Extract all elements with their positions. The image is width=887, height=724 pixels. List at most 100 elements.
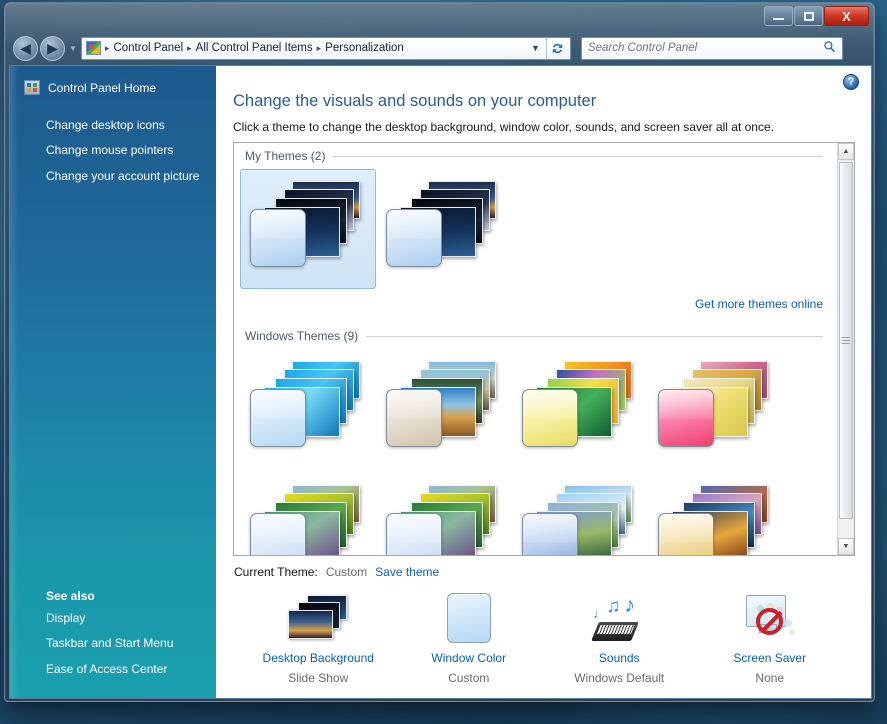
see-also-section: See also Display Taskbar and Start Menu … <box>10 589 216 682</box>
title-bar: X <box>5 3 874 31</box>
sidebar-item-change-account-picture[interactable]: Change your account picture <box>10 164 216 189</box>
option-label[interactable]: Window Color <box>394 651 544 665</box>
window-preview-icon <box>249 513 306 555</box>
option-label[interactable]: Desktop Background <box>243 651 393 665</box>
option-label[interactable]: Screen Saver <box>695 651 845 665</box>
theme-thumbnail <box>654 479 779 555</box>
theme-tile[interactable] <box>512 473 648 555</box>
back-button[interactable]: ◀ <box>13 35 38 61</box>
theme-row <box>234 345 837 469</box>
navigation-bar: ◀ ▶ ▼ ▸ Control Panel ▸ All Control Pane… <box>5 31 874 65</box>
theme-group-label: My Themes (2) <box>245 149 326 163</box>
scrollbar-grip-icon <box>842 337 850 344</box>
get-more-themes-link[interactable]: Get more themes online <box>695 297 823 311</box>
theme-tile[interactable] <box>376 169 512 289</box>
themes-pane: My Themes (2) Get more themes online Windo… <box>233 142 855 556</box>
current-theme-row: Current Theme: Custom Save theme <box>234 565 855 579</box>
save-theme-link[interactable]: Save theme <box>375 565 439 579</box>
sidebar-home-label: Control Panel Home <box>48 80 157 95</box>
option-sounds[interactable]: ♩ ♫ ♪ Sounds Windows Default <box>544 589 694 686</box>
page-subtitle: Click a theme to change the desktop back… <box>233 120 774 134</box>
scroll-up-button[interactable]: ▲ <box>838 143 854 160</box>
option-value: Custom <box>448 671 490 685</box>
scrollbar-thumb[interactable] <box>839 162 853 519</box>
themes-scrollbar[interactable]: ▲ ▼ <box>837 143 854 555</box>
group-divider <box>366 335 823 337</box>
window-preview-icon <box>657 389 714 447</box>
theme-thumbnail <box>654 355 779 463</box>
sidebar-item-ease-of-access-center[interactable]: Ease of Access Center <box>10 657 216 682</box>
search-input[interactable] <box>587 42 803 54</box>
option-label[interactable]: Sounds <box>544 651 694 665</box>
control-panel-home-icon <box>24 80 40 95</box>
current-theme-label: Current Theme: <box>234 565 318 579</box>
personalization-window: X ◀ ▶ ▼ ▸ Control Panel ▸ All Control Pa… <box>4 2 875 702</box>
theme-tile[interactable] <box>376 473 512 555</box>
window-preview-icon <box>385 209 442 267</box>
sidebar: Control Panel Home Change desktop icons … <box>10 66 216 698</box>
breadcrumb-all-control-panel-items[interactable]: All Control Panel Items <box>193 42 316 54</box>
sidebar-item-display[interactable]: Display <box>10 606 216 631</box>
maximize-button[interactable] <box>794 6 823 26</box>
theme-thumbnail <box>246 355 371 463</box>
main-content: ? Change the visuals and sounds on your … <box>216 66 871 698</box>
window-preview-icon <box>385 389 442 447</box>
minimize-button[interactable] <box>764 6 793 26</box>
option-window-color[interactable]: Window Color Custom <box>394 589 544 685</box>
theme-thumbnail <box>246 175 371 283</box>
breadcrumb-control-panel[interactable]: Control Panel <box>110 42 186 54</box>
personalization-options: Desktop Background Slide Show Window Col… <box>233 583 855 685</box>
close-button[interactable]: X <box>824 6 869 26</box>
see-also-title: See also <box>46 588 95 603</box>
sidebar-item-control-panel-home[interactable]: Control Panel Home <box>10 80 216 95</box>
chevron-down-icon[interactable]: ▼ <box>525 43 546 53</box>
themes-scrollport: My Themes (2) Get more themes online Windo… <box>234 143 837 555</box>
window-preview-icon <box>657 513 714 555</box>
sidebar-item-change-desktop-icons[interactable]: Change desktop icons <box>10 113 216 138</box>
theme-thumbnail <box>382 479 507 555</box>
window-preview-icon <box>249 209 306 267</box>
window-preview-icon <box>385 513 442 555</box>
sidebar-item-taskbar-and-start-menu[interactable]: Taskbar and Start Menu <box>10 631 216 656</box>
theme-tile[interactable] <box>512 349 648 469</box>
theme-thumbnail <box>518 355 643 463</box>
address-bar[interactable]: ▸ Control Panel ▸ All Control Panel Item… <box>80 36 571 60</box>
option-desktop-background[interactable]: Desktop Background Slide Show <box>243 589 393 685</box>
get-more-themes-row: Get more themes online <box>234 289 837 323</box>
window-preview-icon <box>249 389 306 447</box>
theme-thumbnail <box>518 479 643 555</box>
search-icon[interactable] <box>823 40 836 56</box>
desktop-background-icon <box>243 589 393 647</box>
help-icon[interactable]: ? <box>843 74 859 90</box>
window-controls: X <box>764 6 869 26</box>
theme-tile[interactable] <box>240 169 376 289</box>
theme-thumbnail <box>382 355 507 463</box>
theme-thumbnail <box>382 175 507 283</box>
scroll-down-button[interactable]: ▼ <box>838 538 854 555</box>
theme-groups: My Themes (2) Get more themes online Windo… <box>234 149 837 555</box>
theme-tile[interactable] <box>240 349 376 469</box>
no-entry-icon <box>755 608 783 635</box>
history-dropdown-icon[interactable]: ▼ <box>69 44 77 53</box>
option-value: Windows Default <box>574 671 665 685</box>
screen-saver-icon <box>695 589 845 647</box>
theme-row <box>234 165 837 289</box>
group-divider <box>333 155 823 157</box>
theme-tile[interactable] <box>376 349 512 469</box>
theme-thumbnail <box>246 479 371 555</box>
window-color-icon <box>394 589 544 647</box>
window-preview-icon <box>521 389 578 447</box>
breadcrumb-personalization[interactable]: Personalization <box>322 42 407 54</box>
theme-tile[interactable] <box>240 473 376 555</box>
theme-group-label: Windows Themes (9) <box>245 329 359 343</box>
theme-tile[interactable] <box>648 473 784 555</box>
option-screen-saver[interactable]: Screen Saver None <box>695 589 845 685</box>
theme-tile[interactable] <box>648 349 784 469</box>
refresh-icon <box>552 43 563 53</box>
sidebar-item-change-mouse-pointers[interactable]: Change mouse pointers <box>10 138 216 163</box>
refresh-button[interactable] <box>545 37 568 59</box>
search-box[interactable] <box>580 36 843 60</box>
current-theme-value: Custom <box>325 565 368 579</box>
page-title: Change the visuals and sounds on your co… <box>233 92 597 110</box>
forward-button[interactable]: ▶ <box>40 35 65 61</box>
